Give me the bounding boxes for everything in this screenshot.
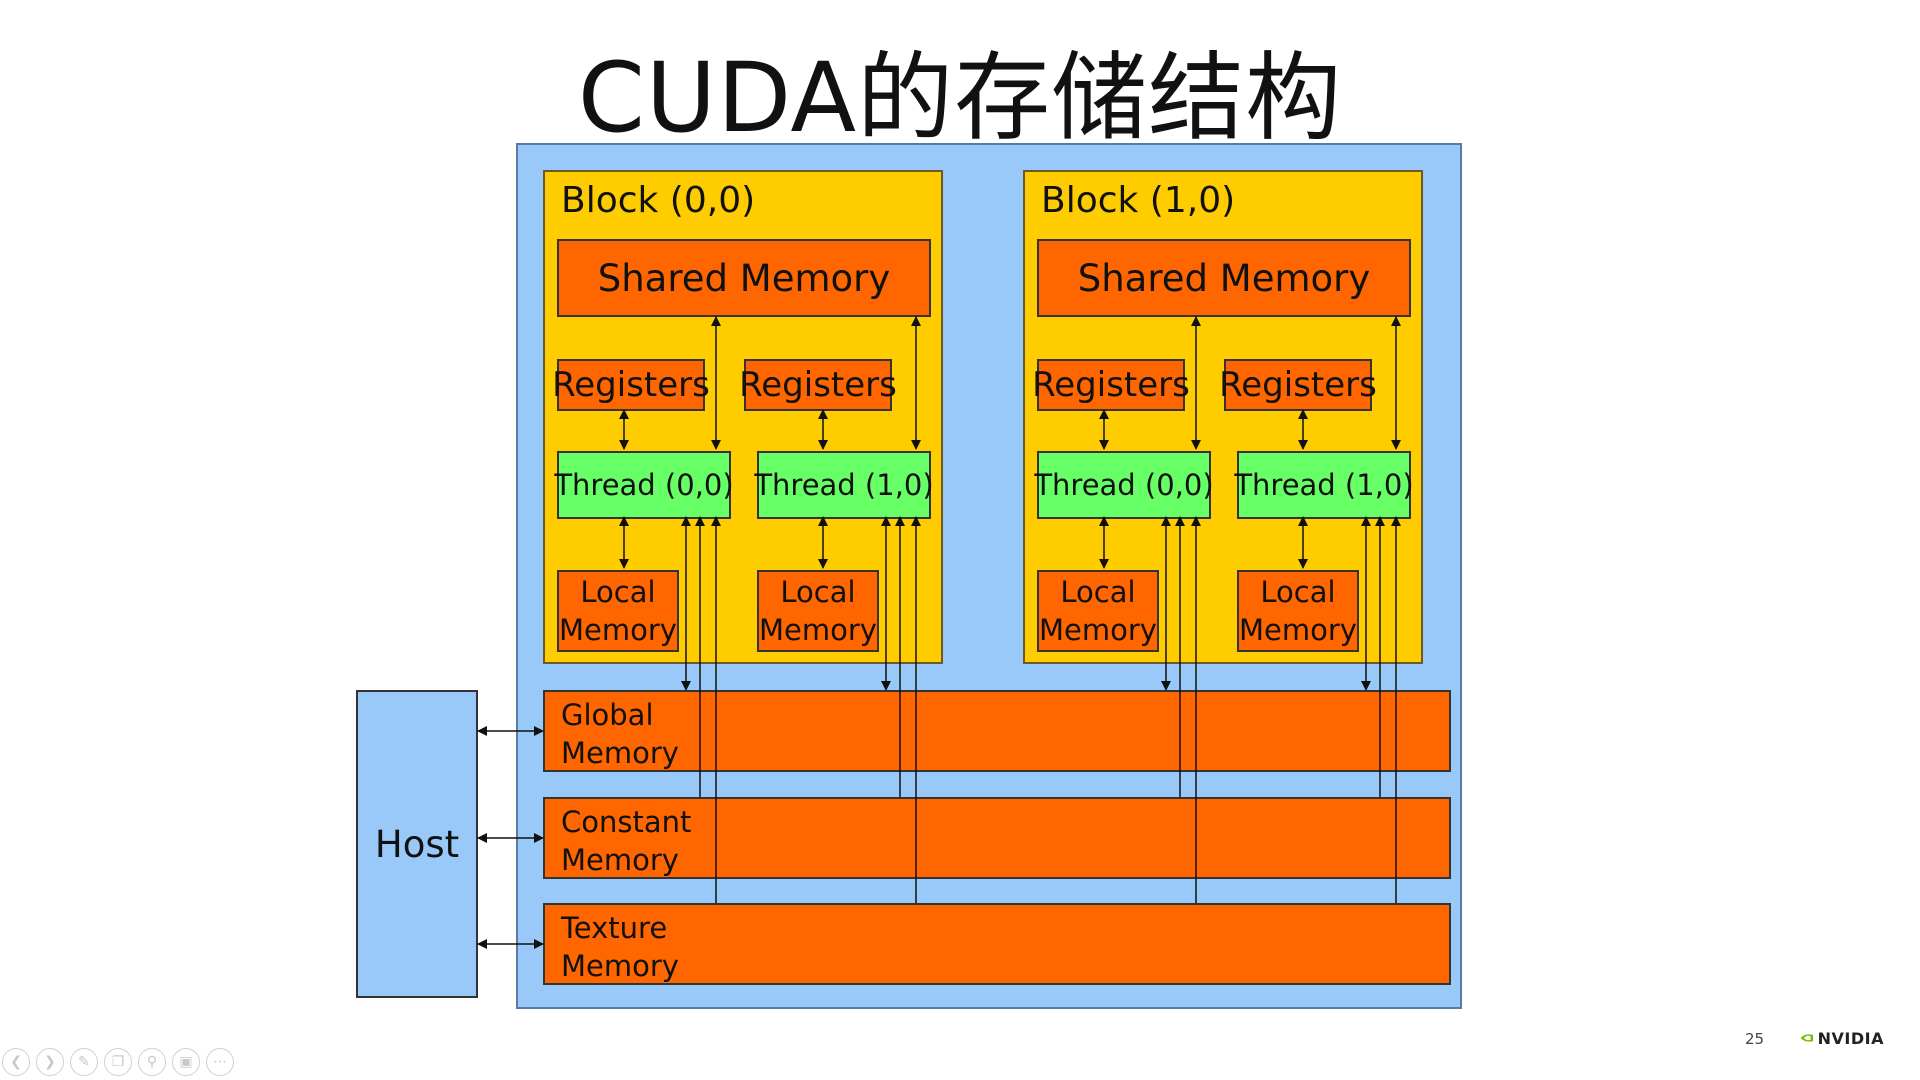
more-icon[interactable]: ⋯ <box>206 1048 234 1076</box>
zoom-icon[interactable]: ⚲ <box>138 1048 166 1076</box>
copy-icon[interactable]: ❐ <box>104 1048 132 1076</box>
connection-arrows <box>477 316 1401 949</box>
prev-icon[interactable]: ❮ <box>2 1048 30 1076</box>
pen-icon[interactable]: ✎ <box>70 1048 98 1076</box>
screen-icon[interactable]: ▣ <box>172 1048 200 1076</box>
page-number: 25 <box>1745 1030 1765 1048</box>
nvidia-eye-icon <box>1800 1034 1814 1042</box>
nvidia-logo: NVIDIA <box>1800 1028 1884 1048</box>
presentation-toolbar: ❮ ❯ ✎ ❐ ⚲ ▣ ⋯ <box>2 1048 234 1076</box>
brand-name: NVIDIA <box>1817 1028 1884 1048</box>
next-icon[interactable]: ❯ <box>36 1048 64 1076</box>
